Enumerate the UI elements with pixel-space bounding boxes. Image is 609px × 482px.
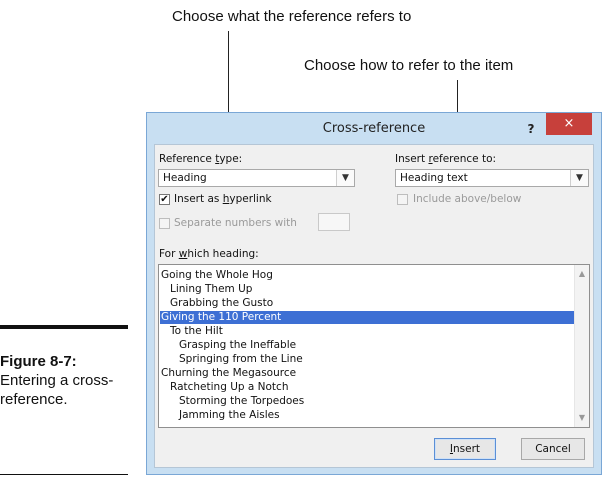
cross-reference-dialog: Cross-reference ? × Reference type: Head… bbox=[146, 112, 602, 475]
chevron-down-icon[interactable]: ▼ bbox=[570, 170, 588, 186]
list-item[interactable]: Going the Whole Hog bbox=[161, 269, 573, 282]
dialog-body: Reference type: Heading ▼ Insert referen… bbox=[154, 144, 594, 468]
include-above-below-checkbox[interactable] bbox=[397, 194, 408, 205]
figure-number: Figure 8-7: bbox=[0, 353, 77, 370]
figure-rule-bottom bbox=[0, 474, 128, 475]
reference-type-value: Heading bbox=[163, 172, 207, 184]
list-item[interactable]: Jamming the Aisles bbox=[161, 409, 589, 422]
callout-what-reference-refers-to: Choose what the reference refers to bbox=[172, 8, 412, 25]
insert-as-hyperlink-checkbox[interactable]: ✔ bbox=[159, 194, 170, 205]
list-item[interactable]: Ratcheting Up a Notch bbox=[161, 381, 582, 394]
heading-listbox[interactable]: Going the Whole Hog Lining Them Up Grabb… bbox=[158, 264, 590, 428]
insert-reference-to-label: Insert reference to: bbox=[395, 153, 497, 165]
figure-caption: Entering a cross-reference. bbox=[0, 372, 114, 408]
list-item[interactable]: To the Hilt bbox=[161, 325, 582, 338]
dialog-titlebar[interactable]: Cross-reference ? × bbox=[147, 113, 601, 145]
list-item[interactable]: Storming the Torpedoes bbox=[161, 395, 589, 408]
insert-reference-to-dropdown[interactable]: Heading text ▼ bbox=[395, 169, 589, 187]
separate-numbers-label: Separate numbers with bbox=[174, 217, 297, 229]
chevron-down-icon[interactable]: ▼ bbox=[336, 170, 354, 186]
figure-rule-top bbox=[0, 325, 128, 329]
chevron-down-icon[interactable]: ▼ bbox=[575, 411, 589, 425]
help-button[interactable]: ? bbox=[519, 119, 543, 139]
close-button[interactable]: × bbox=[546, 113, 592, 135]
list-item[interactable]: Springing from the Line bbox=[161, 353, 589, 366]
separator-input[interactable] bbox=[318, 213, 350, 231]
list-item-selected[interactable]: Giving the 110 Percent bbox=[160, 311, 581, 324]
reference-type-dropdown[interactable]: Heading ▼ bbox=[158, 169, 355, 187]
list-item[interactable]: Grasping the Ineffable bbox=[161, 339, 589, 352]
separate-numbers-checkbox[interactable] bbox=[159, 218, 170, 229]
list-item[interactable]: Grabbing the Gusto bbox=[161, 297, 582, 310]
callout-how-to-refer: Choose how to refer to the item bbox=[304, 57, 514, 74]
list-item[interactable]: Lining Them Up bbox=[161, 283, 582, 296]
insert-reference-to-value: Heading text bbox=[400, 172, 468, 184]
reference-type-label: Reference type: bbox=[159, 153, 243, 165]
chevron-up-icon[interactable]: ▲ bbox=[575, 267, 589, 281]
insert-button[interactable]: Insert bbox=[434, 438, 496, 460]
for-which-heading-label: For which heading: bbox=[159, 248, 259, 260]
cancel-button[interactable]: Cancel bbox=[521, 438, 585, 460]
list-item[interactable]: Churning the Megasource bbox=[161, 367, 573, 380]
figure-label: Figure 8-7: Entering a cross-reference. bbox=[0, 352, 120, 409]
insert-as-hyperlink-label: Insert as hyperlink bbox=[174, 193, 272, 205]
include-above-below-label: Include above/below bbox=[413, 193, 522, 205]
listbox-scrollbar[interactable]: ▲ ▼ bbox=[574, 265, 589, 427]
